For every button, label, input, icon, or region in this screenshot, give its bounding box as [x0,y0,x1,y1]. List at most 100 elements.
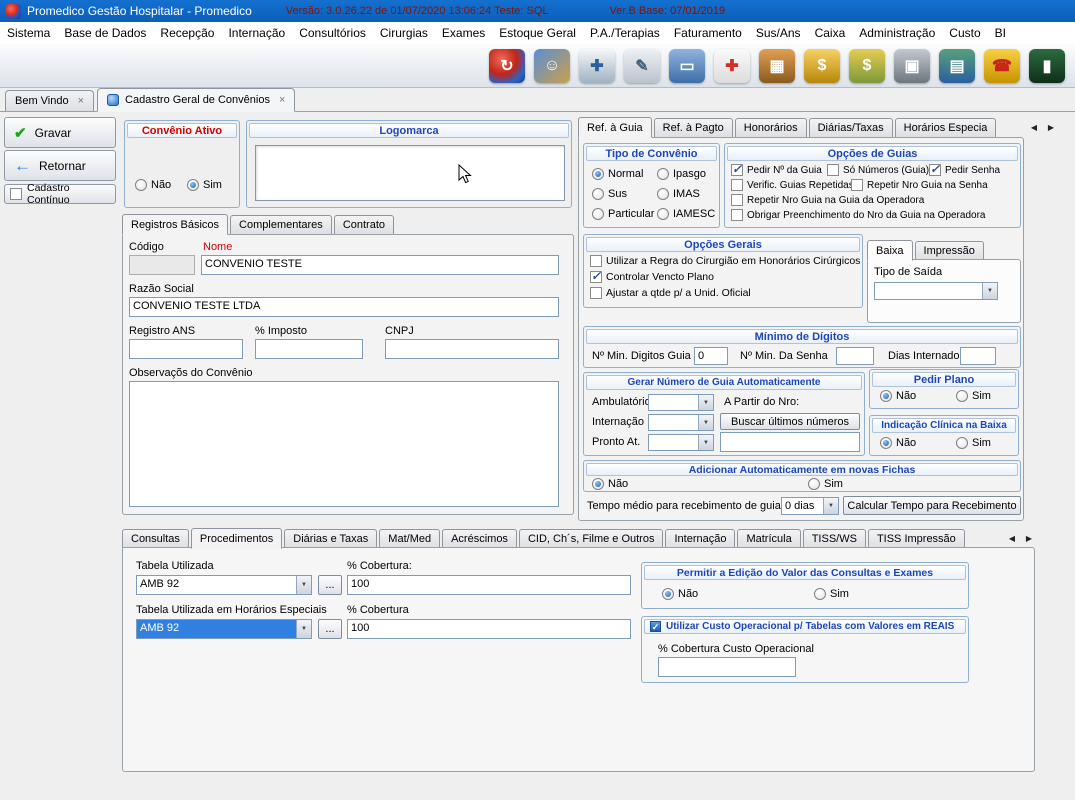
chevron-down-icon[interactable] [698,415,713,430]
chevron-down-icon[interactable] [982,283,997,299]
tab-complementares[interactable]: Complementares [230,215,332,234]
tab-cadastro-geral-convenios[interactable]: Cadastro Geral de Convênios × [97,88,295,112]
radio-indicacao-sim[interactable]: Sim [956,437,991,449]
tab-ref-a-pagto[interactable]: Ref. à Pagto [654,118,733,137]
radio-adicionar-nao[interactable]: Não [592,478,628,490]
tab-consultas[interactable]: Consultas [122,529,189,548]
menu-sistema[interactable]: Sistema [0,23,57,43]
cobertura-input[interactable]: 100 [347,575,631,595]
ambulance-icon[interactable]: ✚ [714,49,750,83]
tab-tiss-impressao[interactable]: TISS Impressão [868,529,965,548]
razao-social-input[interactable]: CONVENIO TESTE LTDA [129,297,559,317]
radio-pedir-plano-nao[interactable]: Não [880,390,916,402]
cost-icon[interactable]: ▤ [939,49,975,83]
tab-impressao[interactable]: Impressão [915,241,984,260]
radio-indicacao-nao[interactable]: Não [880,437,916,449]
tab-scroll-left-button[interactable]: ◀ [1026,120,1042,135]
bed-icon[interactable]: ▭ [669,49,705,83]
tab-horarios-especiais[interactable]: Horários Especia [895,118,997,137]
min-senha-input[interactable] [836,347,874,365]
radio-ativo-sim[interactable]: Sim [187,179,222,191]
tab-scroll-left-button[interactable]: ◀ [1004,531,1020,546]
tab-honorarios[interactable]: Honorários [735,118,807,137]
sync-icon[interactable]: ↻ [489,49,525,83]
dias-internado-input[interactable] [960,347,996,365]
checkbox-controlar-vencto-plano[interactable]: Controlar Vencto Plano [590,271,714,283]
cnpj-input[interactable] [385,339,559,359]
radio-pedir-plano-sim[interactable]: Sim [956,390,991,402]
reception-icon[interactable]: ☺ [534,49,570,83]
tabela-horarios-especiais-combo[interactable]: AMB 92 [136,619,312,639]
registro-ans-input[interactable] [129,339,243,359]
tab-cid-chs-filme-outros[interactable]: CID, Ch´s, Filme e Outros [519,529,664,548]
chevron-down-icon[interactable] [296,620,311,638]
radio-permitir-nao[interactable]: Não [662,588,698,600]
radio-tipo-particular[interactable]: Particular [592,208,654,220]
radio-ativo-nao[interactable]: Não [135,179,171,191]
tab-diarias-taxas[interactable]: Diárias/Taxas [809,118,893,137]
radio-permitir-sim[interactable]: Sim [814,588,849,600]
imposto-input[interactable] [255,339,363,359]
checkbox-repetir-nro-guia-senha[interactable]: Repetir Nro Guia na Senha [851,179,988,191]
menu-estoque-geral[interactable]: Estoque Geral [492,23,583,43]
tabela-browse-button[interactable]: ... [318,575,342,595]
cadastro-continuo-checkbox[interactable]: Cadastro Contínuo [4,184,116,204]
tab-procedimentos[interactable]: Procedimentos [191,528,282,549]
money-icon[interactable]: $ [849,49,885,83]
checkbox-repetir-nro-guia-operadora[interactable]: Repetir Nro Guia na Guia da Operadora [731,194,924,206]
doctor-icon[interactable]: ✚ [579,49,615,83]
close-icon[interactable]: × [78,95,84,107]
menu-pa-terapias[interactable]: P.A./Terapias [583,23,667,43]
menu-caixa[interactable]: Caixa [808,23,853,43]
chevron-down-icon[interactable] [296,576,311,594]
menu-sus-ans[interactable]: Sus/Ans [749,23,808,43]
tab-internacao[interactable]: Internação [665,529,735,548]
buscar-ultimos-numeros-button[interactable]: Buscar últimos números [720,413,860,430]
custo-operacional-checkbox[interactable]: ✓ [650,621,661,632]
chevron-down-icon[interactable] [823,498,838,514]
checkbox-pedir-senha[interactable]: Pedir Senha [929,164,1000,176]
tabela-utilizada-combo[interactable]: AMB 92 [136,575,312,595]
chevron-down-icon[interactable] [698,435,713,450]
chevron-down-icon[interactable] [698,395,713,410]
gravar-button[interactable]: ✔ Gravar [4,117,116,148]
logomarca-image-area[interactable] [255,145,565,201]
menu-recepcao[interactable]: Recepção [153,23,221,43]
menu-custo[interactable]: Custo [942,23,987,43]
tab-baixa[interactable]: Baixa [867,240,913,261]
radio-tipo-normal[interactable]: Normal [592,168,643,180]
checkbox-so-numeros-guia[interactable]: Só Números (Guia) [827,164,929,176]
tab-scroll-right-button[interactable]: ▶ [1043,120,1059,135]
close-icon[interactable]: × [279,94,285,106]
radio-tipo-iamesc[interactable]: IAMESC [657,208,715,220]
tab-registros-basicos[interactable]: Registros Básicos [122,214,228,235]
observacoes-textarea[interactable] [129,381,559,507]
calcular-tempo-button[interactable]: Calcular Tempo para Recebimento [843,496,1021,515]
menu-exames[interactable]: Exames [435,23,492,43]
menu-cirurgias[interactable]: Cirurgias [373,23,435,43]
billing-icon[interactable]: $ [804,49,840,83]
menu-internacao[interactable]: Internação [221,23,292,43]
tab-scroll-right-button[interactable]: ▶ [1021,531,1037,546]
radio-tipo-sus[interactable]: Sus [592,188,627,200]
tab-acrescimos[interactable]: Acréscimos [442,529,517,548]
tab-ref-a-guia[interactable]: Ref. à Guia [578,117,652,138]
menu-administracao[interactable]: Administração [852,23,942,43]
phone-icon[interactable]: ☎ [984,49,1020,83]
tab-diarias-e-taxas[interactable]: Diárias e Taxas [284,529,377,548]
min-digitos-guia-input[interactable]: 0 [694,347,728,365]
checkbox-regra-cirurgiao[interactable]: Utilizar a Regra do Cirurgião em Honorár… [590,255,860,267]
tab-matricula[interactable]: Matrícula [737,529,800,548]
tab-bem-vindo[interactable]: Bem Vindo × [5,90,94,111]
radio-adicionar-sim[interactable]: Sim [808,478,843,490]
exams-icon[interactable]: ✎ [624,49,660,83]
radio-tipo-imas[interactable]: IMAS [657,188,700,200]
safe-icon[interactable]: ▣ [894,49,930,83]
menu-faturamento[interactable]: Faturamento [667,23,749,43]
checkbox-pedir-numero-guia[interactable]: Pedir Nº da Guia [731,164,822,176]
tab-mat-med[interactable]: Mat/Med [379,529,440,548]
a-partir-do-nro-input[interactable] [720,432,860,452]
internacao-combo[interactable] [648,414,714,431]
pronto-at-combo[interactable] [648,434,714,451]
tab-contrato[interactable]: Contrato [334,215,394,234]
